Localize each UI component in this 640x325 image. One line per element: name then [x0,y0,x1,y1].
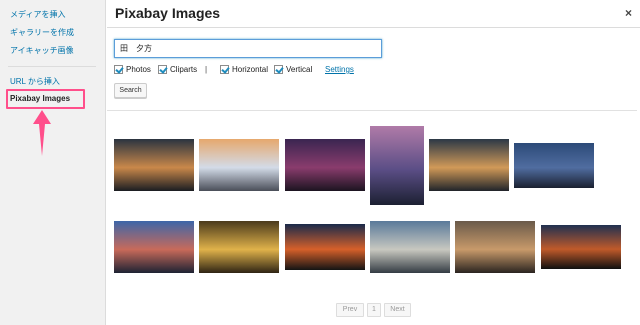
vertical-label: Vertical [286,65,313,74]
settings-link[interactable]: Settings [325,65,354,74]
checkmark-icon [274,65,283,74]
highlight-box [6,89,85,109]
prev-page-button[interactable]: Prev [336,303,364,317]
cliparts-checkbox[interactable]: Cliparts [158,65,197,74]
media-sidebar: メディアを挿入 ギャラリーを作成 アイキャッチ画像 URL から挿入 Pixab… [0,0,106,325]
filter-separator: | [205,65,208,74]
purple-dusk-thumbnail[interactable] [285,139,365,191]
search-input[interactable] [114,39,382,58]
sidebar-item-insert-media[interactable]: メディアを挿入 [10,9,65,20]
annotation-arrow-icon [33,110,51,156]
sidebar-item-create-gallery[interactable]: ギャラリーを作成 [10,27,74,38]
ballerina-thumbnail[interactable] [455,221,535,273]
city-lights-thumbnail[interactable] [514,143,594,188]
sidebar-divider [8,66,96,67]
tower-thumbnail[interactable] [370,126,424,205]
golden-lake-thumbnail[interactable] [199,221,279,273]
theater-thumbnail[interactable] [199,139,279,191]
photos-label: Photos [126,65,151,74]
skyline-sunset-thumbnail[interactable] [114,221,194,273]
next-page-button[interactable]: Next [384,303,411,317]
page-title: Pixabay Images [115,5,221,21]
streetlamp-thumbnail[interactable] [541,225,621,269]
bridge-clouds-thumbnail[interactable] [370,221,450,273]
photos-checkbox[interactable]: Photos [114,65,151,74]
horizontal-label: Horizontal [232,65,269,74]
sidebar-item-insert-from-url[interactable]: URL から挿入 [10,76,60,87]
alley-thumbnail[interactable] [429,139,509,191]
cliparts-label: Cliparts [170,65,198,74]
vertical-checkbox[interactable]: Vertical [274,65,312,74]
orange-horizon-thumbnail[interactable] [285,224,365,270]
sidebar-item-featured-image[interactable]: アイキャッチ画像 [10,45,74,56]
header-divider [107,27,640,28]
results-divider [107,110,637,111]
checkmark-icon [158,65,167,74]
search-button[interactable]: Search [114,83,147,98]
checkmark-icon [114,65,123,74]
close-icon[interactable]: × [625,6,632,20]
current-page-indicator: 1 [367,303,381,317]
horizontal-checkbox[interactable]: Horizontal [220,65,268,74]
night-street-thumbnail[interactable] [114,139,194,191]
checkmark-icon [220,65,229,74]
